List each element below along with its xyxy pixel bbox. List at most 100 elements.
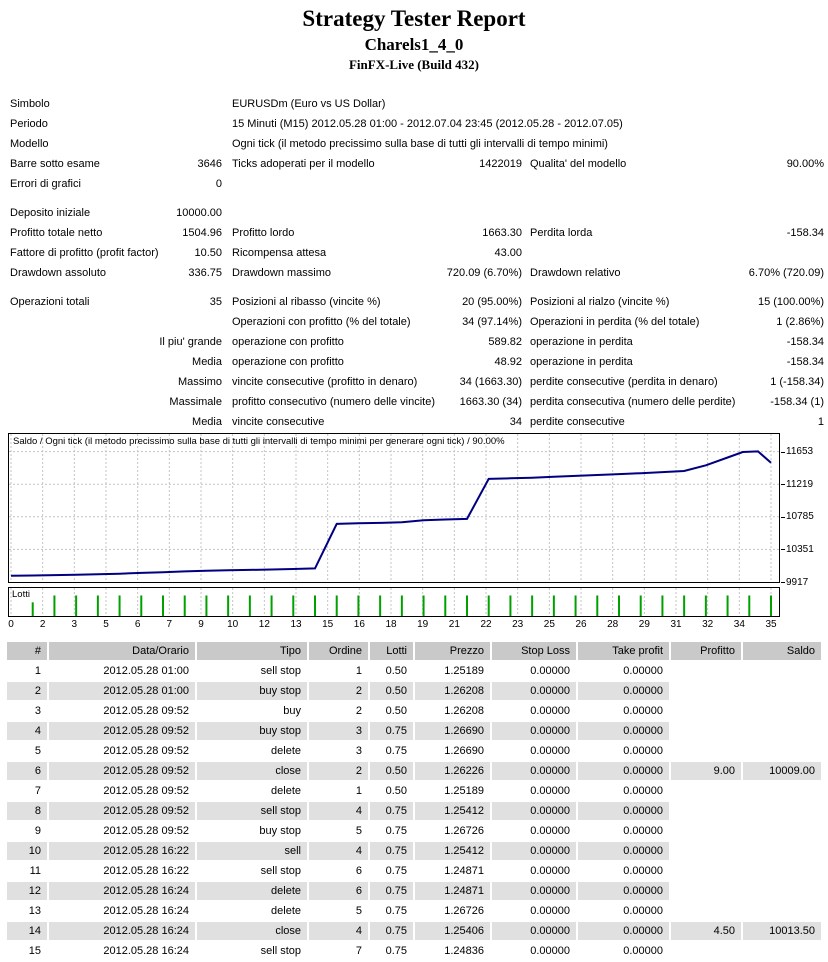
trade-cell: 1.26208 xyxy=(415,682,490,700)
trade-cell: 1 xyxy=(7,662,47,680)
summary-row: Fattore di profitto (profit factor)10.50… xyxy=(10,243,824,263)
summary-wide-value: 15 Minuti (M15) 2012.05.28 01:00 - 2012.… xyxy=(222,114,824,134)
chart-title: Saldo / Ogni tick (il metodo precissimo … xyxy=(13,436,505,447)
trade-row: 22012.05.28 01:00buy stop20.501.262080.0… xyxy=(7,682,821,700)
trade-cell: buy stop xyxy=(197,722,307,740)
summary-label: Simbolo xyxy=(10,94,50,114)
summary-cell: Barre sotto esame3646 xyxy=(10,154,222,174)
summary-block: Operazioni totali35Posizioni al ribasso … xyxy=(10,292,824,432)
summary-label: Posizioni al rialzo (vincite %) xyxy=(530,292,669,312)
summary-value: 34 (97.14%) xyxy=(462,312,522,332)
trade-cell: 0.00000 xyxy=(492,802,576,820)
trade-cell: 8 xyxy=(7,802,47,820)
summary-label: operazione in perdita xyxy=(530,332,633,352)
summary-cell: Drawdown assoluto336.75 xyxy=(10,263,222,283)
trade-cell: 1.25412 xyxy=(415,802,490,820)
summary-label: Operazioni totali xyxy=(10,292,90,312)
y-axis-label: 10785 xyxy=(786,511,814,522)
trade-cell: 1.25189 xyxy=(415,782,490,800)
trade-cell: 0.00000 xyxy=(492,902,576,920)
trade-cell: 0.75 xyxy=(370,842,413,860)
trade-cell: 0.00000 xyxy=(492,762,576,780)
summary-cell xyxy=(10,312,222,332)
trade-cell: 4 xyxy=(309,922,368,940)
trade-cell: sell stop xyxy=(197,942,307,960)
trades-table-header-row: #Data/OrarioTipoOrdineLottiPrezzoStop Lo… xyxy=(7,642,821,660)
trade-cell: 3 xyxy=(309,722,368,740)
summary-row: Periodo15 Minuti (M15) 2012.05.28 01:00 … xyxy=(10,114,824,134)
summary-label: perdite consecutive (perdita in denaro) xyxy=(530,372,718,392)
summary-label: Barre sotto esame xyxy=(10,154,100,174)
trade-cell: 9 xyxy=(7,822,47,840)
trade-cell xyxy=(671,942,741,960)
summary-value: -158.34 xyxy=(787,223,824,243)
summary-wide-value: EURUSDm (Euro vs US Dollar) xyxy=(222,94,824,114)
trade-row: 92012.05.28 09:52buy stop50.751.267260.0… xyxy=(7,822,821,840)
trade-cell xyxy=(743,682,821,700)
summary-value: 1 xyxy=(818,412,824,432)
trade-cell xyxy=(743,822,821,840)
trade-cell: 14 xyxy=(7,922,47,940)
trade-cell xyxy=(671,782,741,800)
trade-row: 142012.05.28 16:24close40.751.254060.000… xyxy=(7,922,821,940)
summary-value: 10000.00 xyxy=(176,203,222,223)
trade-cell: 2012.05.28 09:52 xyxy=(49,782,195,800)
trade-cell: 0.75 xyxy=(370,742,413,760)
summary-cell: operazione con profitto589.82 xyxy=(222,332,522,352)
trades-column-header: Saldo xyxy=(743,642,821,660)
trade-cell xyxy=(743,742,821,760)
x-axis-label: 15 xyxy=(322,619,333,630)
summary-block: Simbolo EURUSDm (Euro vs US Dollar)Period… xyxy=(10,94,824,194)
trades-column-header: Data/Orario xyxy=(49,642,195,660)
trade-cell xyxy=(743,842,821,860)
summary-value: 720.09 (6.70%) xyxy=(447,263,522,283)
trade-cell xyxy=(671,722,741,740)
trade-cell xyxy=(743,862,821,880)
trade-cell: 2012.05.28 09:52 xyxy=(49,802,195,820)
summary-value: EURUSDm (Euro vs US Dollar) xyxy=(232,94,385,114)
trades-column-header: Tipo xyxy=(197,642,307,660)
trade-cell: 0.00000 xyxy=(578,842,669,860)
trade-cell: 0.00000 xyxy=(578,802,669,820)
summary-cell: vincite consecutive (profitto in denaro)… xyxy=(222,372,522,392)
summary-cell: Fattore di profitto (profit factor)10.50 xyxy=(10,243,222,263)
x-axis-label: 5 xyxy=(103,619,109,630)
trade-cell: 5 xyxy=(7,742,47,760)
trade-cell: 4 xyxy=(7,722,47,740)
summary-label: Operazioni con profitto (% del totale) xyxy=(232,312,411,332)
x-axis-label: 28 xyxy=(607,619,618,630)
x-axis-label: 31 xyxy=(670,619,681,630)
summary-cell: perdite consecutive (perdita in denaro)1… xyxy=(522,372,824,392)
summary-cell: Posizioni al ribasso (vincite %)20 (95.0… xyxy=(222,292,522,312)
trade-cell: 0.00000 xyxy=(578,662,669,680)
trade-cell: sell xyxy=(197,842,307,860)
x-axis-label: 12 xyxy=(259,619,270,630)
strategy-name: Charels1_4_0 xyxy=(0,35,828,55)
trade-cell: 5 xyxy=(309,902,368,920)
summary-block: Deposito iniziale10000.00Profitto totale… xyxy=(10,203,824,283)
trade-cell: sell stop xyxy=(197,802,307,820)
balance-plot-box: Saldo / Ogni tick (il metodo precissimo … xyxy=(8,433,780,583)
trade-row: 152012.05.28 16:24sell stop70.751.248360… xyxy=(7,942,821,960)
trade-cell: 0.00000 xyxy=(492,742,576,760)
trade-cell: 7 xyxy=(309,942,368,960)
trade-row: 132012.05.28 16:24delete50.751.267260.00… xyxy=(7,902,821,920)
summary-value: Media xyxy=(192,412,222,432)
trade-cell: delete xyxy=(197,882,307,900)
trade-cell: delete xyxy=(197,902,307,920)
x-axis-label: 25 xyxy=(544,619,555,630)
trade-cell: 1.26690 xyxy=(415,742,490,760)
summary-cell: vincite consecutive34 xyxy=(222,412,522,432)
x-axis-label: 18 xyxy=(385,619,396,630)
summary-label: perdite consecutive xyxy=(530,412,625,432)
x-axis-label: 0 xyxy=(8,619,14,630)
trade-cell: 0.00000 xyxy=(492,782,576,800)
summary-label: Profitto totale netto xyxy=(10,223,102,243)
trade-cell: 0.00000 xyxy=(492,942,576,960)
trade-cell: 0.00000 xyxy=(492,822,576,840)
trade-cell: 2 xyxy=(7,682,47,700)
trade-cell: 0.00000 xyxy=(578,722,669,740)
trade-row: 42012.05.28 09:52buy stop30.751.266900.0… xyxy=(7,722,821,740)
summary-row: Mediavincite consecutive34 perdite consec… xyxy=(10,412,824,432)
summary-label: operazione con profitto xyxy=(232,332,344,352)
